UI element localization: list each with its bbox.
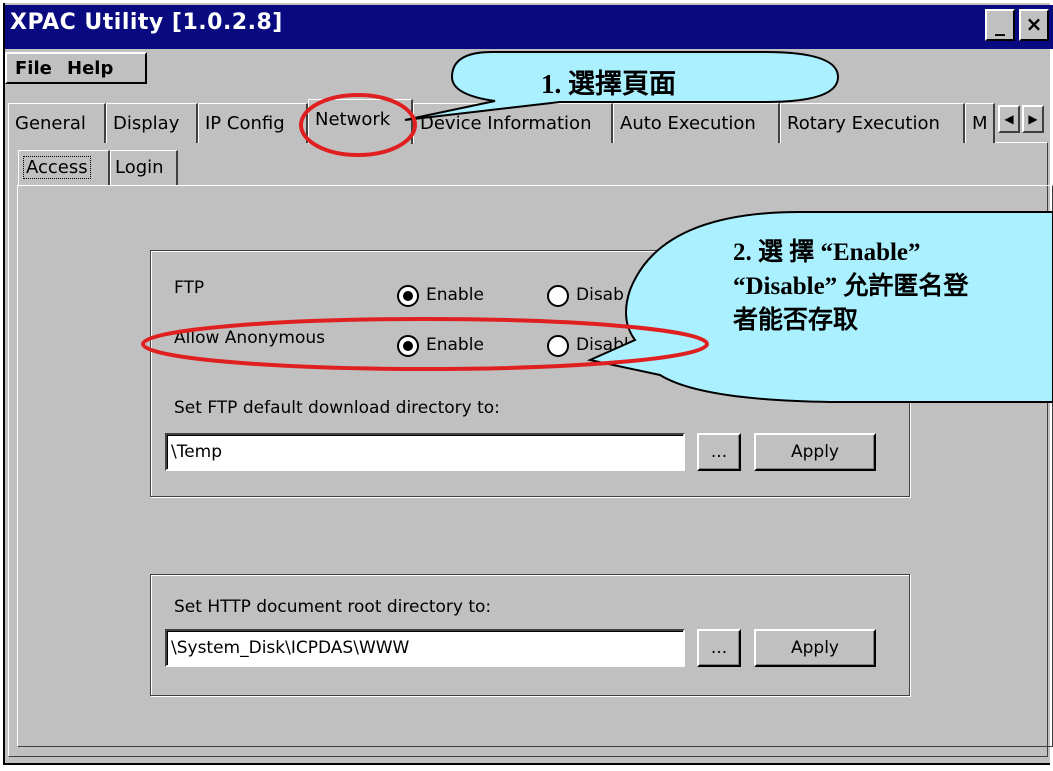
annotation-overlay (141, 51, 1053, 403)
network-tab-highlight (299, 93, 417, 157)
callout-2-line-3: 者能否存取 (733, 307, 859, 334)
allow-anonymous-highlight (141, 317, 709, 371)
callout-2-line-1: 2. 選 擇 “Enable” (733, 239, 921, 266)
callout-2-line-2: “Disable” 允許匿名登 (733, 273, 969, 300)
callout-1-text: 1. 選擇頁面 (541, 69, 676, 99)
callout-2-text: 2. 選 擇 “Enable” “Disable” 允許匿名登 者能否存取 (733, 236, 968, 338)
